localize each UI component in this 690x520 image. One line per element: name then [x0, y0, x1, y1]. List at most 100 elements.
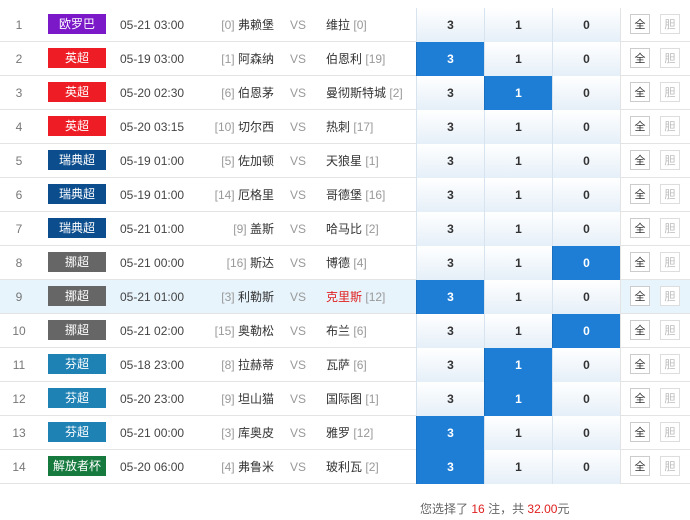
league-badge[interactable]: 挪超 — [48, 286, 106, 306]
banker-button[interactable]: 胆 — [660, 82, 680, 102]
league-badge[interactable]: 英超 — [48, 116, 106, 136]
match-time: 05-21 00:00 — [120, 256, 185, 270]
row-index: 5 — [15, 154, 23, 168]
banker-button[interactable]: 胆 — [660, 184, 680, 204]
odds-draw-button[interactable]: 1 — [484, 416, 552, 450]
select-all-button[interactable]: 全 — [630, 320, 650, 340]
odds-lose-button[interactable]: 0 — [552, 8, 620, 42]
away-rank: [4] — [353, 256, 367, 270]
row-actions: 全胆 — [620, 280, 690, 314]
odds-draw-button[interactable]: 1 — [484, 212, 552, 246]
league-badge[interactable]: 挪超 — [48, 320, 106, 340]
select-all-button[interactable]: 全 — [630, 150, 650, 170]
select-all-button[interactable]: 全 — [630, 14, 650, 34]
home-team-name: 利勒斯 — [237, 290, 274, 304]
odds-lose-button[interactable]: 0 — [552, 246, 620, 280]
odds-draw-button[interactable]: 1 — [484, 382, 552, 416]
odds-lose-button[interactable]: 0 — [552, 76, 620, 110]
banker-button[interactable]: 胆 — [660, 388, 680, 408]
odds-draw-button[interactable]: 1 — [484, 450, 552, 484]
odds-draw-button[interactable]: 1 — [484, 178, 552, 212]
banker-button[interactable]: 胆 — [660, 150, 680, 170]
banker-button[interactable]: 胆 — [660, 354, 680, 374]
odds-win-button[interactable]: 3 — [416, 178, 484, 212]
select-all-button[interactable]: 全 — [630, 82, 650, 102]
odds-draw-button[interactable]: 1 — [484, 42, 552, 76]
select-all-button[interactable]: 全 — [630, 184, 650, 204]
match-row: 11 芬超 05-18 23:00 [8] 拉赫蒂 VS 瓦萨 [6] 3 1 0 全胆 — [0, 348, 690, 382]
banker-button[interactable]: 胆 — [660, 456, 680, 476]
odds-draw-button[interactable]: 1 — [484, 8, 552, 42]
banker-button[interactable]: 胆 — [660, 252, 680, 272]
odds-lose-button[interactable]: 0 — [552, 212, 620, 246]
league-badge[interactable]: 芬超 — [48, 422, 106, 442]
away-team: 布兰 [6] — [326, 314, 418, 348]
vs-label: VS — [289, 52, 306, 66]
select-all-button[interactable]: 全 — [630, 388, 650, 408]
league-badge[interactable]: 芬超 — [48, 388, 106, 408]
row-index: 8 — [15, 256, 23, 270]
odds-lose-button[interactable]: 0 — [552, 450, 620, 484]
league-badge[interactable]: 瑞典超 — [48, 218, 106, 238]
league-badge[interactable]: 英超 — [48, 48, 106, 68]
odds-lose-button[interactable]: 0 — [552, 314, 620, 348]
league-badge[interactable]: 芬超 — [48, 354, 106, 374]
select-all-button[interactable]: 全 — [630, 218, 650, 238]
odds-win-button[interactable]: 3 — [416, 348, 484, 382]
odds-win-button[interactable]: 3 — [416, 246, 484, 280]
home-team: [0] 弗赖堡 — [200, 8, 274, 42]
league-badge[interactable]: 瑞典超 — [48, 184, 106, 204]
select-all-button[interactable]: 全 — [630, 286, 650, 306]
match-time: 05-18 23:00 — [120, 358, 185, 372]
odds-win-button[interactable]: 3 — [416, 8, 484, 42]
away-team-name: 玻利瓦 — [326, 460, 363, 474]
match-time: 05-21 01:00 — [120, 290, 185, 304]
odds-win-button[interactable]: 3 — [416, 416, 484, 450]
odds-lose-button[interactable]: 0 — [552, 144, 620, 178]
select-all-button[interactable]: 全 — [630, 456, 650, 476]
odds-win-button[interactable]: 3 — [416, 42, 484, 76]
banker-button[interactable]: 胆 — [660, 14, 680, 34]
odds-lose-button[interactable]: 0 — [552, 416, 620, 450]
odds-draw-button[interactable]: 1 — [484, 314, 552, 348]
odds-lose-button[interactable]: 0 — [552, 348, 620, 382]
banker-button[interactable]: 胆 — [660, 286, 680, 306]
select-all-button[interactable]: 全 — [630, 354, 650, 374]
select-all-button[interactable]: 全 — [630, 116, 650, 136]
select-all-button[interactable]: 全 — [630, 48, 650, 68]
odds-draw-button[interactable]: 1 — [484, 76, 552, 110]
banker-button[interactable]: 胆 — [660, 48, 680, 68]
odds-win-button[interactable]: 3 — [416, 76, 484, 110]
odds-win-button[interactable]: 3 — [416, 144, 484, 178]
banker-button[interactable]: 胆 — [660, 116, 680, 136]
banker-button[interactable]: 胆 — [660, 218, 680, 238]
odds-lose-button[interactable]: 0 — [552, 110, 620, 144]
league-badge[interactable]: 欧罗巴 — [48, 14, 106, 34]
odds-draw-button[interactable]: 1 — [484, 110, 552, 144]
select-all-button[interactable]: 全 — [630, 422, 650, 442]
odds-win-button[interactable]: 3 — [416, 382, 484, 416]
odds-draw-button[interactable]: 1 — [484, 280, 552, 314]
odds-lose-button[interactable]: 0 — [552, 42, 620, 76]
banker-button[interactable]: 胆 — [660, 422, 680, 442]
odds-win-button[interactable]: 3 — [416, 110, 484, 144]
odds-win-button[interactable]: 3 — [416, 280, 484, 314]
odds-win-button[interactable]: 3 — [416, 212, 484, 246]
league-badge[interactable]: 英超 — [48, 82, 106, 102]
odds-draw-button[interactable]: 1 — [484, 246, 552, 280]
odds-draw-button[interactable]: 1 — [484, 348, 552, 382]
odds-lose-button[interactable]: 0 — [552, 382, 620, 416]
match-table: 1 欧罗巴 05-21 03:00 [0] 弗赖堡 VS 维拉 [0] 3 1 0 全胆 2 英超 05… — [0, 8, 690, 484]
league-badge[interactable]: 解放者杯 — [48, 456, 106, 476]
league-badge[interactable]: 挪超 — [48, 252, 106, 272]
odds-win-button[interactable]: 3 — [416, 314, 484, 348]
odds-lose-button[interactable]: 0 — [552, 178, 620, 212]
row-actions: 全胆 — [620, 76, 690, 110]
odds-draw-button[interactable]: 1 — [484, 144, 552, 178]
banker-button[interactable]: 胆 — [660, 320, 680, 340]
league-badge[interactable]: 瑞典超 — [48, 150, 106, 170]
select-all-button[interactable]: 全 — [630, 252, 650, 272]
odds-lose-button[interactable]: 0 — [552, 280, 620, 314]
odds-win-button[interactable]: 3 — [416, 450, 484, 484]
match-row: 13 芬超 05-21 00:00 [3] 库奥皮 VS 雅罗 [12] 3 1 0 全胆 — [0, 416, 690, 450]
